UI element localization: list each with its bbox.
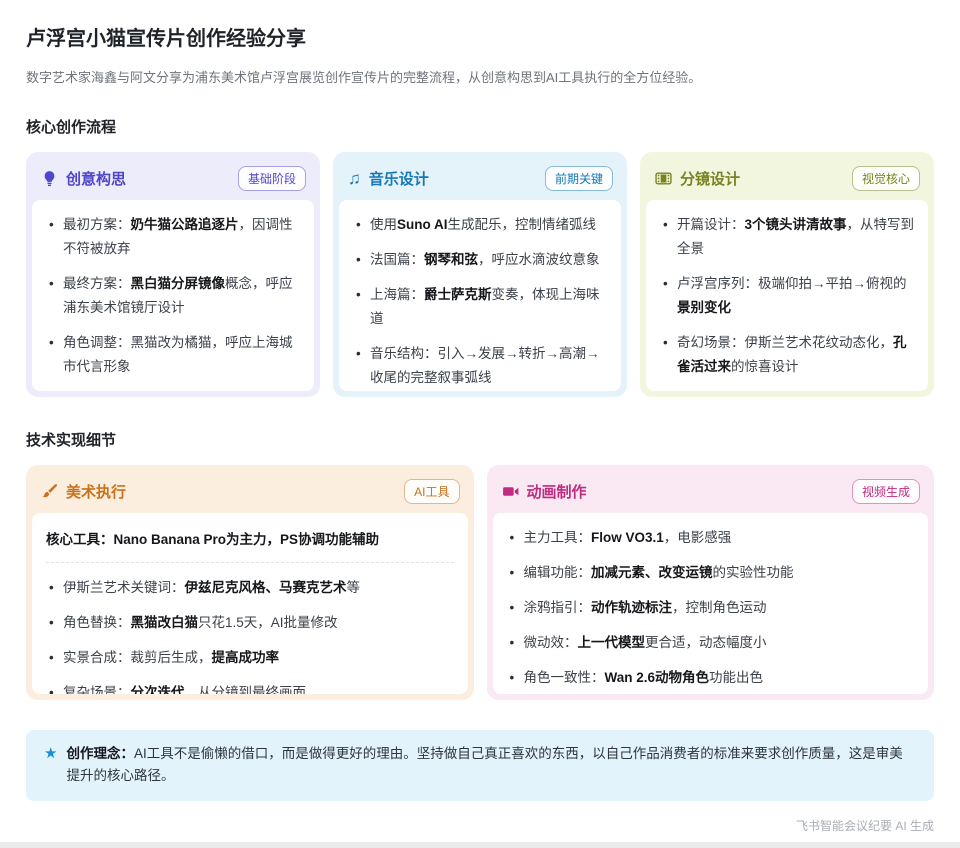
- page-title: 卢浮宫小猫宣传片创作经验分享: [26, 22, 934, 51]
- footer-generated-by: 飞书智能会议纪要 AI 生成: [26, 817, 934, 834]
- card-music-design: ♫ 音乐设计 前期关键 使用Suno AI生成配乐，控制情绪弧线法国篇：钢琴和弦…: [333, 152, 627, 397]
- bottom-edge-strip: [0, 842, 960, 848]
- card-animation-production: 动画制作 视频生成 主力工具：Flow VO3.1，电影感强编辑功能：加减元素、…: [487, 465, 935, 700]
- list-item: 复杂场景：分次迭代，从分镜到最终画面: [46, 681, 454, 694]
- dashed-divider: [46, 562, 454, 563]
- card-art-execution: 美术执行 AI工具 核心工具：Nano Banana Pro为主力，PS协调功能…: [26, 465, 474, 700]
- list-item: 奇幻场景：伊斯兰艺术花纹动态化，孔雀活过来的惊喜设计: [660, 331, 914, 379]
- card-body: 主力工具：Flow VO3.1，电影感强编辑功能：加减元素、改变运镜的实验性功能…: [493, 513, 929, 694]
- list-item: 角色调整：黑猫改为橘猫，呼应上海城市代言形象: [46, 331, 300, 379]
- list-item: 编辑功能：加减元素、改变运镜的实验性功能: [507, 561, 915, 585]
- card-title: 音乐设计: [369, 168, 429, 189]
- stage-badge: 视频生成: [852, 479, 920, 504]
- card-body: 开篇设计：3个镜头讲清故事，从特写到全景卢浮宫序列：极端仰拍→平拍→俯视的景别变…: [646, 200, 928, 391]
- card-creative-concept: 创意构思 基础阶段 最初方案：奶牛猫公路追逐片，因调性不符被放弃最终方案：黑白猫…: [26, 152, 320, 397]
- list-item: 整体调性：电影质感、真实光影、高雅透气: [46, 390, 300, 391]
- note-text: 创作理念：AI工具不是偷懒的借口，而是做得更好的理由。坚持做自己真正喜欢的东西，…: [66, 743, 916, 787]
- stage-badge: 视觉核心: [852, 166, 920, 191]
- tech-details-cards-row: 美术执行 AI工具 核心工具：Nano Banana Pro为主力，PS协调功能…: [26, 465, 934, 700]
- core-process-cards-row: 创意构思 基础阶段 最初方案：奶牛猫公路追逐片，因调性不符被放弃最终方案：黑白猫…: [26, 152, 934, 397]
- list-item: 使用Suno AI生成配乐，控制情绪弧线: [353, 213, 607, 237]
- list-item: 微动效：上一代模型更合适，动态幅度小: [507, 631, 915, 655]
- bullet-list: 使用Suno AI生成配乐，控制情绪弧线法国篇：钢琴和弦，呼应水滴波纹意象上海篇…: [353, 213, 607, 390]
- page-subtitle: 数字艺术家海鑫与阿文分享为浦东美术馆卢浮宫展览创作宣传片的完整流程，从创意构思到…: [26, 68, 934, 88]
- bullet-list: 开篇设计：3个镜头讲清故事，从特写到全景卢浮宫序列：极端仰拍→平拍→俯视的景别变…: [660, 213, 914, 391]
- paintbrush-icon: [41, 483, 58, 500]
- list-item: 最终方案：黑白猫分屏镜像概念，呼应浦东美术馆镜厅设计: [46, 272, 300, 320]
- card-title: 分镜设计: [680, 168, 740, 189]
- card-body: 最初方案：奶牛猫公路追逐片，因调性不符被放弃最终方案：黑白猫分屏镜像概念，呼应浦…: [32, 200, 314, 391]
- card-storyboard-design: 分镜设计 视觉核心 开篇设计：3个镜头讲清故事，从特写到全景卢浮宫序列：极端仰拍…: [640, 152, 934, 397]
- page-content: 卢浮宫小猫宣传片创作经验分享 数字艺术家海鑫与阿文分享为浦东美术馆卢浮宫展览创作…: [0, 22, 960, 700]
- bullet-list: 伊斯兰艺术关键词：伊兹尼克风格、马赛克艺术等角色替换：黑猫改白猫只花1.5天，A…: [46, 576, 454, 694]
- list-item: 开篇设计：3个镜头讲清故事，从特写到全景: [660, 213, 914, 261]
- card-header: 创意构思 基础阶段: [32, 158, 314, 200]
- stage-badge: AI工具: [404, 479, 459, 504]
- bullet-list: 最初方案：奶牛猫公路追逐片，因调性不符被放弃最终方案：黑白猫分屏镜像概念，呼应浦…: [46, 213, 300, 391]
- section-heading-core-process: 核心创作流程: [26, 116, 934, 137]
- core-tools-headline: 核心工具：Nano Banana Pro为主力，PS协调功能辅助: [46, 529, 454, 551]
- note-body: AI工具不是偷懒的借口，而是做得更好的理由。坚持做自己真正喜欢的东西，以自己作品…: [66, 746, 902, 783]
- card-body: 核心工具：Nano Banana Pro为主力，PS协调功能辅助 伊斯兰艺术关键…: [32, 513, 468, 694]
- creative-philosophy-note: ★ 创作理念：AI工具不是偷懒的借口，而是做得更好的理由。坚持做自己真正喜欢的东…: [26, 730, 934, 801]
- card-header: 动画制作 视频生成: [493, 471, 929, 513]
- music-note-icon: ♫: [348, 170, 361, 187]
- list-item: 卢浮宫序列：极端仰拍→平拍→俯视的景别变化: [660, 272, 914, 320]
- star-icon: ★: [44, 743, 57, 765]
- list-item: 转场设计：飞机意象承接，保证视觉连贯性: [660, 390, 914, 391]
- card-header: ♫ 音乐设计 前期关键: [339, 158, 621, 200]
- list-item: 伊斯兰艺术关键词：伊兹尼克风格、马赛克艺术等: [46, 576, 454, 600]
- stage-badge: 基础阶段: [238, 166, 306, 191]
- note-label: 创作理念：: [66, 746, 134, 761]
- list-item: 音乐结构：引入→发展→转折→高潮→收尾的完整叙事弧线: [353, 342, 607, 390]
- list-item: 法国篇：钢琴和弦，呼应水滴波纹意象: [353, 248, 607, 272]
- card-header: 分镜设计 视觉核心: [646, 158, 928, 200]
- list-item: 主力工具：Flow VO3.1，电影感强: [507, 526, 915, 550]
- film-icon: [655, 170, 672, 187]
- card-title: 美术执行: [66, 481, 126, 502]
- list-item: 涂鸦指引：动作轨迹标注，控制角色运动: [507, 596, 915, 620]
- card-body: 使用Suno AI生成配乐，控制情绪弧线法国篇：钢琴和弦，呼应水滴波纹意象上海篇…: [339, 200, 621, 391]
- list-item: 上海篇：爵士萨克斯变奏，体现上海味道: [353, 283, 607, 331]
- list-item: 最初方案：奶牛猫公路追逐片，因调性不符被放弃: [46, 213, 300, 261]
- card-header: 美术执行 AI工具: [32, 471, 468, 513]
- card-title: 动画制作: [527, 481, 587, 502]
- section-heading-tech-details: 技术实现细节: [26, 429, 934, 450]
- list-item: 实景合成：裁剪后生成，提高成功率: [46, 646, 454, 670]
- card-title: 创意构思: [66, 168, 126, 189]
- list-item: 角色一致性：Wan 2.6动物角色功能出色: [507, 666, 915, 690]
- lightbulb-icon: [41, 170, 58, 187]
- stage-badge: 前期关键: [545, 166, 613, 191]
- bullet-list: 主力工具：Flow VO3.1，电影感强编辑功能：加减元素、改变运镜的实验性功能…: [507, 526, 915, 690]
- videocam-icon: [502, 483, 519, 500]
- list-item: 角色替换：黑猫改白猫只花1.5天，AI批量修改: [46, 611, 454, 635]
